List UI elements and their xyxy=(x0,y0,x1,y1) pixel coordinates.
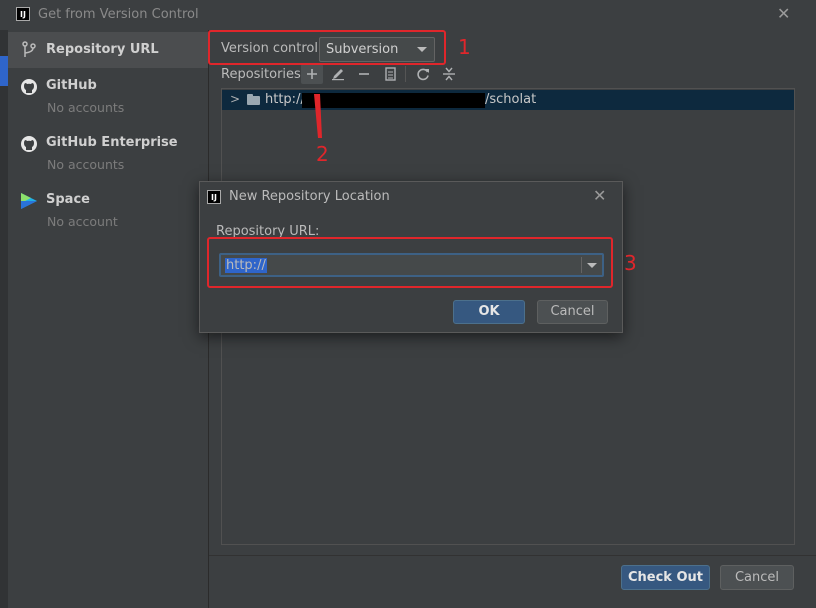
annotation-box-1 xyxy=(208,30,446,65)
dialog-title: New Repository Location xyxy=(229,189,390,204)
annotation-number-1: 1 xyxy=(458,35,471,59)
github-icon xyxy=(21,136,37,152)
title-bar: IJ Get from Version Control ✕ xyxy=(0,0,816,30)
repo-url-prefix: http:// xyxy=(265,92,305,107)
copy-icon[interactable] xyxy=(379,64,401,84)
toolbar-divider xyxy=(405,66,406,82)
annotation-arrow-icon xyxy=(314,94,322,138)
refresh-icon[interactable] xyxy=(412,64,434,84)
intellij-logo-icon: IJ xyxy=(16,7,30,21)
sidebar-item-subtitle: No account xyxy=(47,214,118,229)
sidebar-item-subtitle: No accounts xyxy=(47,157,125,172)
annotation-number-2: 2 xyxy=(316,142,329,166)
close-icon[interactable]: ✕ xyxy=(593,188,606,204)
add-icon[interactable] xyxy=(301,64,323,84)
close-icon[interactable]: ✕ xyxy=(777,6,790,22)
intellij-logo-icon: IJ xyxy=(207,190,221,204)
sidebar-item-github-enterprise[interactable]: GitHub Enterprise No accounts xyxy=(8,127,208,179)
left-edge-accent xyxy=(0,56,8,86)
sidebar-item-label: Repository URL xyxy=(46,42,159,57)
chevron-right-icon[interactable]: > xyxy=(230,92,240,106)
window-title: Get from Version Control xyxy=(38,7,199,22)
sidebar-item-label: Space xyxy=(46,192,90,207)
sidebar-item-label: GitHub Enterprise xyxy=(46,135,178,150)
list-item[interactable]: > http:// /scholat xyxy=(222,90,794,110)
sidebar-item-space[interactable]: Space No account xyxy=(8,184,208,236)
branch-icon xyxy=(22,41,36,57)
annotation-box-3 xyxy=(207,237,613,288)
sidebar-item-repository-url[interactable]: Repository URL xyxy=(8,32,208,68)
folder-icon xyxy=(247,94,260,105)
space-icon xyxy=(21,193,37,209)
repositories-label: Repositories: xyxy=(221,67,306,82)
cancel-button[interactable]: Cancel xyxy=(720,565,794,590)
edit-icon[interactable] xyxy=(327,64,349,84)
sidebar-item-label: GitHub xyxy=(46,78,97,93)
footer-divider xyxy=(209,555,816,556)
remove-icon[interactable] xyxy=(353,64,375,84)
left-edge-strip xyxy=(0,30,8,608)
collapse-icon[interactable] xyxy=(438,64,460,84)
repo-url-suffix: /scholat xyxy=(485,92,537,107)
sidebar-item-subtitle: No accounts xyxy=(47,100,125,115)
dialog-cancel-button[interactable]: Cancel xyxy=(537,300,608,324)
annotation-number-3: 3 xyxy=(624,251,637,275)
ok-button[interactable]: OK xyxy=(453,300,525,324)
github-icon xyxy=(21,79,37,95)
sidebar: Repository URL GitHub No accounts GitHub… xyxy=(8,30,209,608)
check-out-button[interactable]: Check Out xyxy=(621,565,710,590)
sidebar-item-github[interactable]: GitHub No accounts xyxy=(8,70,208,122)
